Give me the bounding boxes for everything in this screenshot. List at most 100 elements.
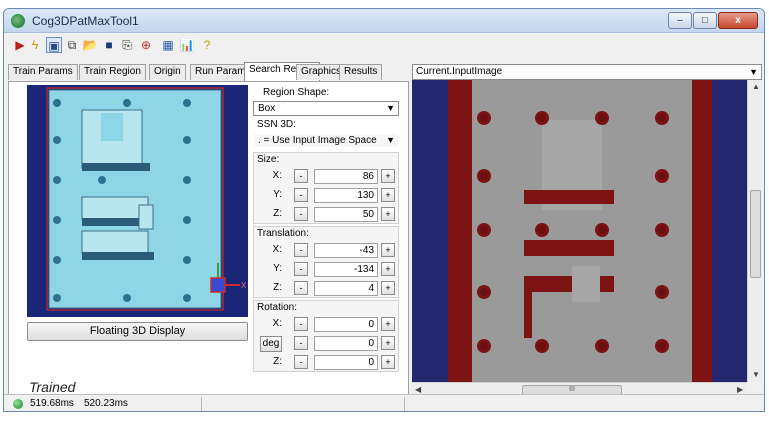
size-label: Size: bbox=[257, 154, 280, 165]
toolbar: ▶ ϟ ▣ ⧉ 📂 ■ ⎘ ⊕ ▦ 📊? bbox=[4, 34, 764, 56]
translation-increment-button[interactable]: + bbox=[381, 281, 395, 295]
rotation-group: Rotation:X:-0+Y:-0+Z:-0+deg bbox=[253, 300, 399, 372]
ssn-label: SSN 3D: bbox=[257, 119, 296, 130]
rotation-value-input[interactable]: 0 bbox=[314, 317, 378, 332]
image-icon[interactable]: ▦ bbox=[160, 37, 176, 53]
maximize-button[interactable]: □ bbox=[693, 12, 717, 29]
rotation-increment-button[interactable]: + bbox=[381, 355, 395, 369]
translation-increment-button[interactable]: + bbox=[381, 243, 395, 257]
status-ok-icon bbox=[13, 399, 23, 409]
translation-decrement-button[interactable]: - bbox=[294, 262, 308, 276]
rotation-increment-button[interactable]: + bbox=[381, 336, 395, 350]
ssn-dropdown[interactable]: . = Use Input Image Space ▼ bbox=[253, 133, 399, 148]
size-decrement-button[interactable]: - bbox=[294, 188, 308, 202]
scroll-left-icon[interactable]: ◀ bbox=[415, 385, 421, 394]
tab-results[interactable]: Results bbox=[339, 64, 383, 80]
region-shape-dropdown[interactable]: Box ▼ bbox=[253, 101, 399, 116]
thumbnail-part bbox=[81, 230, 149, 254]
size-group: Size: X: -86 + Y: -130 + Z: -50 + bbox=[253, 152, 399, 224]
red-edge bbox=[524, 240, 614, 256]
degree-units-button[interactable]: deg bbox=[260, 336, 282, 352]
thumbnail-hole bbox=[123, 99, 131, 107]
total-run-time: 520.23ms bbox=[84, 398, 128, 409]
thumbnail-hole bbox=[53, 136, 61, 144]
size-increment-button[interactable]: + bbox=[381, 207, 395, 221]
trained-status: Trained bbox=[29, 379, 76, 395]
red-edge bbox=[524, 276, 614, 292]
raised-block bbox=[572, 266, 600, 302]
y-axis-label: Y bbox=[215, 254, 221, 263]
region-3d-display[interactable]: YX bbox=[27, 85, 248, 317]
scroll-up-icon[interactable]: ▲ bbox=[752, 82, 760, 91]
size-decrement-button[interactable]: - bbox=[294, 169, 308, 183]
rotation-value-input[interactable]: 0 bbox=[314, 336, 378, 351]
size-increment-button[interactable]: + bbox=[381, 188, 395, 202]
thumbnail-hole bbox=[53, 99, 61, 107]
hole-center bbox=[658, 172, 666, 180]
rotation-decrement-button[interactable]: - bbox=[294, 336, 308, 350]
minimize-button[interactable]: – bbox=[668, 12, 692, 29]
translation-value-input[interactable]: -134 bbox=[314, 262, 378, 277]
floating-3d-display-button[interactable]: Floating 3D Display bbox=[27, 322, 248, 341]
image-source-dropdown[interactable]: Current.InputImage ▼ bbox=[412, 64, 762, 80]
translation-value-input[interactable]: 4 bbox=[314, 281, 378, 296]
thumbnail-hole bbox=[183, 99, 191, 107]
scroll-down-icon[interactable]: ▼ bbox=[752, 370, 760, 379]
rotation-decrement-button[interactable]: - bbox=[294, 355, 308, 369]
search-region-panel: YX Floating 3D Display Trained Region Sh… bbox=[8, 81, 409, 396]
thumbnail-hole bbox=[123, 294, 131, 302]
hole-center bbox=[598, 342, 606, 350]
translation-decrement-button[interactable]: - bbox=[294, 281, 308, 295]
size-decrement-button[interactable]: - bbox=[294, 207, 308, 221]
translation-increment-button[interactable]: + bbox=[381, 262, 395, 276]
vertical-scrollbar[interactable]: ▲ ▼ bbox=[747, 80, 762, 382]
hole-center bbox=[658, 114, 666, 122]
thumbnail-hole bbox=[53, 216, 61, 224]
window-title: Cog3DPatMaxTool1 bbox=[32, 14, 139, 28]
translation-value-input[interactable]: -43 bbox=[314, 243, 378, 258]
thumbnail-hole bbox=[98, 176, 106, 184]
reset-icon[interactable]: ⧉ bbox=[64, 37, 80, 53]
translation-axis-label: Y: bbox=[273, 263, 282, 274]
tab-origin[interactable]: Origin bbox=[149, 64, 186, 80]
electric-icon[interactable]: ϟ bbox=[27, 37, 43, 53]
rotation-value-input[interactable]: 0 bbox=[314, 355, 378, 370]
hole-center bbox=[480, 342, 488, 350]
show-image-icon[interactable]: ▣ bbox=[46, 37, 62, 53]
open-icon[interactable]: 📂 bbox=[82, 37, 98, 53]
translation-decrement-button[interactable]: - bbox=[294, 243, 308, 257]
chart-icon[interactable]: 📊 bbox=[179, 37, 195, 53]
chevron-down-icon: ▼ bbox=[386, 103, 395, 113]
hole-center bbox=[598, 114, 606, 122]
help-icon[interactable]: ? bbox=[199, 37, 215, 53]
tool-window: Cog3DPatMaxTool1 – □ x ▶ ϟ ▣ ⧉ 📂 ■ ⎘ ⊕ ▦ 📊? Train… bbox=[3, 8, 765, 412]
hole-center bbox=[480, 172, 488, 180]
vertical-scroll-thumb[interactable] bbox=[750, 190, 761, 278]
x-axis-label: X bbox=[241, 281, 247, 290]
save-icon[interactable]: ■ bbox=[101, 37, 117, 53]
rotation-decrement-button[interactable]: - bbox=[294, 317, 308, 331]
size-value-input[interactable]: 86 bbox=[314, 169, 378, 184]
thumbnail-part-shadow bbox=[82, 163, 150, 171]
input-image-display[interactable] bbox=[412, 80, 747, 382]
copy-icon[interactable]: ⎘ bbox=[119, 37, 135, 53]
thumbnail-hole bbox=[183, 294, 191, 302]
size-increment-button[interactable]: + bbox=[381, 169, 395, 183]
hole-center bbox=[480, 288, 488, 296]
scroll-right-icon[interactable]: ▶ bbox=[737, 385, 743, 394]
thumbnail-hole bbox=[183, 216, 191, 224]
add-icon[interactable]: ⊕ bbox=[138, 37, 154, 53]
thumbnail-part bbox=[138, 204, 154, 230]
size-value-input[interactable]: 50 bbox=[314, 207, 378, 222]
size-axis-label: Z: bbox=[273, 208, 282, 219]
size-axis-label: X: bbox=[272, 170, 282, 181]
last-run-time: 519.68ms bbox=[30, 398, 74, 409]
translation-label: Translation: bbox=[257, 228, 309, 239]
tab-train-params[interactable]: Train Params bbox=[8, 64, 78, 80]
tab-train-region[interactable]: Train Region bbox=[79, 64, 146, 80]
hole-center bbox=[538, 226, 546, 234]
rotation-increment-button[interactable]: + bbox=[381, 317, 395, 331]
run-icon[interactable]: ▶ bbox=[12, 37, 28, 53]
close-button[interactable]: x bbox=[718, 12, 758, 29]
size-value-input[interactable]: 130 bbox=[314, 188, 378, 203]
